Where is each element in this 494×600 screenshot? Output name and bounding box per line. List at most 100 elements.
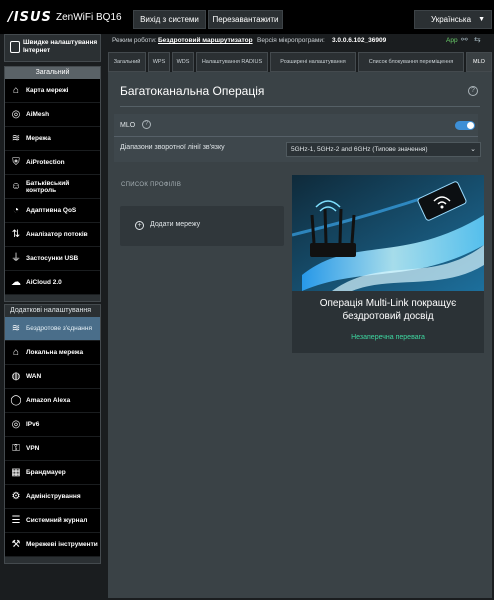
app-link[interactable]: App	[446, 37, 458, 44]
help-icon[interactable]: ?	[468, 86, 478, 96]
sidebar-item-label: Мережеві інструменти	[26, 541, 98, 549]
main-content: Багатоканальна Операція ? MLO ? Діапазон…	[108, 72, 492, 598]
sidebar-item-label: Amazon Alexa	[26, 397, 71, 405]
firmware-label: Версія мікропрограми:	[257, 37, 325, 44]
mlo-toggle[interactable]	[455, 121, 475, 130]
sidebar-item-advanced-0[interactable]: ≋ Бездротове з'єднання	[5, 317, 100, 341]
advanced-section-title: Додаткові налаштування	[5, 305, 100, 317]
sidebar-item-label: Брандмауер	[26, 469, 66, 477]
mode-link[interactable]: Бездротовий маршрутизатор	[158, 37, 253, 44]
wireless-icon: ≋	[11, 323, 21, 334]
chevron-down-icon: ⌄	[470, 146, 476, 153]
sidebar-item-label: WAN	[26, 373, 42, 381]
sidebar-item-label: Застосунки USB	[26, 255, 79, 263]
sidebar-item-general-5[interactable]: ◔ Адаптивна QoS	[5, 199, 100, 223]
tab-general[interactable]: Загальний	[108, 52, 146, 72]
sidebar-item-general-7[interactable]: ⏚ Застосунки USB	[5, 247, 100, 271]
firmware-link[interactable]: 3.0.0.6.102_36909	[332, 37, 386, 44]
lan-icon: ⌂	[12, 347, 20, 358]
quick-internet-setup[interactable]: Швидке налаштування Інтернет	[4, 34, 101, 62]
mlo-label: MLO	[120, 122, 136, 129]
tab-radius[interactable]: Налаштування RADIUS	[196, 52, 268, 72]
sidebar-item-general-0[interactable]: ⌂ Карта мережі	[5, 79, 100, 103]
sidebar-item-label: Системний журнал	[26, 517, 88, 525]
sidebar-item-advanced-7[interactable]: ⚙ Адміністрування	[5, 485, 100, 509]
sidebar-item-label: Карта мережі	[26, 87, 69, 95]
mode-label: Режим роботи:	[112, 37, 157, 44]
wizard-icon	[10, 41, 20, 53]
tab-mlo[interactable]: MLO	[466, 52, 492, 72]
title-divider	[120, 106, 480, 107]
usb-icon: ⏚	[11, 253, 21, 264]
add-network-button[interactable]: + Додати мережу	[120, 206, 284, 246]
sidebar-item-label: AiMesh	[26, 111, 50, 119]
qos-gauge-icon: ◔	[12, 205, 20, 216]
promo-link[interactable]: Незаперечна перевага	[298, 334, 478, 341]
qr-icon[interactable]: ⚯	[461, 35, 468, 44]
sidebar-item-label: AiProtection	[26, 159, 65, 167]
backhaul-select[interactable]: 5GHz-1, 5GHz-2 and 6GHz (Типове значення…	[286, 142, 481, 157]
sidebar-item-general-6[interactable]: ⇅ Аналізатор потоків	[5, 223, 100, 247]
tab-roaming-block[interactable]: Список блокування переміщення	[358, 52, 464, 72]
vpn-icon: ⚿	[12, 443, 20, 454]
sidebar-item-advanced-2[interactable]: ◍ WAN	[5, 365, 100, 389]
add-network-label: Додати мережу	[150, 221, 201, 228]
sidebar-item-advanced-6[interactable]: ▦ Брандмауер	[5, 461, 100, 485]
language-select[interactable]: Українська ▼	[414, 10, 492, 29]
wan-globe-icon: ◍	[11, 371, 21, 382]
alexa-icon: ◯	[10, 395, 22, 406]
asus-logo[interactable]: /ISUS	[8, 10, 52, 25]
sidebar-item-label: IPv6	[26, 421, 40, 429]
promo-illustration	[292, 175, 484, 291]
status-bar: Режим роботи: Бездротовий маршрутизатор …	[108, 34, 494, 50]
sidebar-item-general-4[interactable]: ☺ Батьківський контроль	[5, 175, 100, 199]
firewall-icon: ▦	[11, 467, 21, 478]
sidebar-item-general-1[interactable]: ◎ AiMesh	[5, 103, 100, 127]
sidebar-item-advanced-4[interactable]: ◎ IPv6	[5, 413, 100, 437]
backhaul-value: 5GHz-1, 5GHz-2 and 6GHz (Типове значення…	[291, 146, 428, 153]
toggle-knob	[467, 122, 474, 129]
reboot-button[interactable]: Перезавантажити	[208, 10, 283, 29]
sidebar-advanced: Додаткові налаштування ≋ Бездротове з'єдн…	[4, 304, 101, 564]
sidebar-item-label: Адміністрування	[26, 493, 81, 501]
tab-wps[interactable]: WPS	[148, 52, 170, 72]
model-name: ZenWiFi BQ16	[56, 12, 122, 23]
sidebar-item-label: Мережа	[26, 135, 51, 143]
sidebar-item-label: VPN	[26, 445, 40, 453]
tab-wds[interactable]: WDS	[172, 52, 194, 72]
sidebar-item-label: Батьківський контроль	[26, 179, 70, 195]
shield-icon: ⛨	[12, 157, 20, 168]
sidebar-item-general-8[interactable]: ☁ AiCloud 2.0	[5, 271, 100, 295]
mlo-help-icon[interactable]: ?	[142, 120, 151, 129]
mlo-promo-card: Операція Multi-Link покращує бездротовий…	[292, 175, 484, 353]
top-header: /ISUS ZenWiFi BQ16 Вихід з системи Перез…	[0, 0, 494, 34]
sidebar-item-label: Бездротове з'єднання	[26, 325, 93, 333]
sidebar-item-advanced-1[interactable]: ⌂ Локальна мережа	[5, 341, 100, 365]
ipv6-icon: ◎	[11, 419, 21, 430]
tools-icon: ⚒	[11, 539, 21, 550]
sidebar-item-advanced-8[interactable]: ☰ Системний журнал	[5, 509, 100, 533]
backhaul-label: Діапазони зворотної лінії зв'язку	[120, 144, 225, 151]
sidebar-item-label: AiCloud 2.0	[26, 279, 62, 287]
tab-professional[interactable]: Розширені налаштування	[270, 52, 356, 72]
sidebar-item-advanced-5[interactable]: ⚿ VPN	[5, 437, 100, 461]
sidebar-item-advanced-9[interactable]: ⚒ Мережеві інструменти	[5, 533, 100, 557]
network-map-icon: ⌂	[12, 85, 20, 96]
sidebar-item-general-3[interactable]: ⛨ AiProtection	[5, 151, 100, 175]
qis-label: Швидке налаштування Інтернет	[23, 39, 98, 54]
backhaul-row: Діапазони зворотної лінії зв'язку 5GHz-1…	[114, 138, 481, 158]
mlo-row: MLO ?	[114, 116, 478, 136]
sidebar-item-general-2[interactable]: ≋ Мережа	[5, 127, 100, 151]
traffic-analyzer-icon: ⇅	[11, 229, 21, 240]
sidebar-item-label: Локальна мережа	[26, 349, 84, 357]
sidebar-item-advanced-3[interactable]: ◯ Amazon Alexa	[5, 389, 100, 413]
settings-card: MLO ? Діапазони зворотної лінії зв'язку …	[114, 114, 481, 162]
logout-button[interactable]: Вихід з системи	[133, 10, 206, 29]
sidebar-general: Загальний ⌂ Карта мережі ◎ AiMesh ≋ Мережа ⛨ Ai…	[4, 66, 101, 302]
admin-icon: ⚙	[11, 491, 21, 502]
page-title: Багатоканальна Операція	[120, 84, 265, 98]
language-value: Українська	[431, 15, 472, 24]
sidebar-item-label: Адаптивна QoS	[26, 207, 77, 215]
row-divider	[114, 136, 478, 137]
usb-status-icon[interactable]: ⇆	[474, 35, 481, 44]
